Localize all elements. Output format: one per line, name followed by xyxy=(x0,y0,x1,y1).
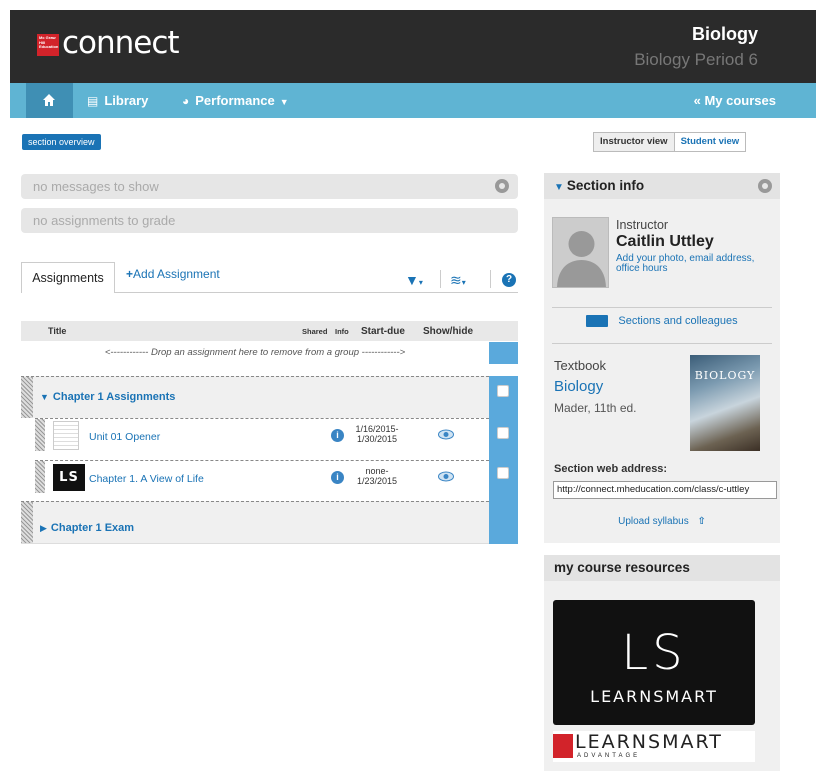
book-cover-title: BIOLOGY xyxy=(694,369,756,382)
add-assignment-link[interactable]: +Add Assignment xyxy=(126,267,220,281)
instructor-name: Caitlin Uttley xyxy=(616,233,714,250)
assignment-checkbox[interactable] xyxy=(497,427,509,439)
info-icon[interactable]: i xyxy=(331,429,344,442)
tab-assignments[interactable]: Assignments xyxy=(21,262,115,293)
web-address-label: Section web address: xyxy=(554,463,668,475)
gear-icon[interactable] xyxy=(495,179,509,193)
caret-down-icon: ▼ xyxy=(554,182,564,193)
nav-library[interactable]: ▤ Library xyxy=(87,83,148,118)
textbook-cover[interactable]: BIOLOGY xyxy=(690,355,760,451)
mcgraw-hill-logo xyxy=(553,734,573,758)
toolbar-divider xyxy=(490,270,491,288)
layers-icon[interactable]: ≋▾ xyxy=(450,272,466,289)
learnsmart-word: LEARNSMART xyxy=(590,687,718,706)
course-title: Biology xyxy=(692,24,758,44)
home-button[interactable] xyxy=(26,83,73,118)
view-toggle: Instructor view Student view xyxy=(593,132,747,152)
advantage-subtitle: ADVANTAGE xyxy=(577,753,641,759)
sections-colleagues-link[interactable]: Sections and colleagues xyxy=(544,315,780,328)
assignment-row[interactable]: Unit 01 Opener i 1/16/2015- 1/30/2015 xyxy=(35,418,489,451)
messages-text: no messages to show xyxy=(33,179,159,194)
instructor-view-button[interactable]: Instructor view xyxy=(594,133,675,151)
tab-divider xyxy=(115,292,518,293)
caret-down-icon: ▼ xyxy=(40,392,49,402)
student-view-button[interactable]: Student view xyxy=(675,133,746,151)
select-column xyxy=(489,342,518,364)
group-row[interactable]: ▼ Chapter 1 Assignments xyxy=(21,376,489,418)
group-row[interactable]: ▶ Chapter 1 Exam xyxy=(21,501,489,544)
textbook-author: Mader, 11th ed. xyxy=(554,401,637,415)
gear-icon[interactable] xyxy=(758,179,772,193)
upload-icon: ⇧ xyxy=(697,516,706,527)
drop-zone[interactable]: <------------ Drop an assignment here to… xyxy=(21,342,489,364)
divider xyxy=(552,343,772,344)
start-due: 1/16/2015- 1/30/2015 xyxy=(355,424,399,444)
column-shared: Shared xyxy=(302,327,328,336)
group-title[interactable]: ▼ Chapter 1 Assignments xyxy=(40,391,175,403)
help-icon[interactable]: ? xyxy=(502,273,516,287)
eye-icon[interactable] xyxy=(438,471,454,482)
course-section-name: Biology Period 6 xyxy=(634,50,758,69)
learnsmart-tile[interactable]: LS LEARNSMART xyxy=(553,600,755,725)
advantage-word: LEARNSMART xyxy=(575,731,723,753)
drag-handle[interactable] xyxy=(21,377,33,418)
assignment-checkbox[interactable] xyxy=(497,467,509,479)
contact-card-icon xyxy=(586,315,609,328)
select-column xyxy=(489,376,518,544)
main-nav: ▤ Library ◕ Performance ▼ « My courses xyxy=(10,83,816,118)
pie-chart-icon: ◕ xyxy=(182,94,190,108)
assignments-table-header: Title Shared Info Start-due Show/hide xyxy=(21,321,518,341)
assignment-title[interactable]: Unit 01 Opener xyxy=(89,431,160,443)
toolbar-divider xyxy=(440,270,441,288)
learnsmart-mark: LS xyxy=(621,625,687,681)
document-icon: ▤ xyxy=(87,94,99,108)
nav-performance[interactable]: ◕ Performance ▼ xyxy=(182,83,289,118)
assignment-title[interactable]: Chapter 1. A View of Life xyxy=(89,473,204,485)
group-title[interactable]: ▶ Chapter 1 Exam xyxy=(40,522,134,534)
upload-syllabus-link[interactable]: Upload syllabus ⇧ xyxy=(544,516,780,527)
instructor-label: Instructor xyxy=(616,218,669,232)
column-show-hide: Show/hide xyxy=(423,326,473,337)
mcgraw-hill-logo: Mc Graw Hill Education xyxy=(37,34,59,56)
chevron-down-icon: ▼ xyxy=(279,97,289,107)
group-checkbox[interactable] xyxy=(497,385,509,397)
textbook-title-link[interactable]: Biology xyxy=(554,378,603,395)
grade-text: no assignments to grade xyxy=(33,213,176,228)
filter-icon[interactable]: ▼▾ xyxy=(405,272,423,288)
drag-handle[interactable] xyxy=(35,419,45,451)
eye-icon[interactable] xyxy=(438,429,454,440)
web-address-field[interactable]: http://connect.mheducation.com/class/c-u… xyxy=(553,481,777,499)
grade-bar: no assignments to grade xyxy=(21,208,518,233)
column-start-due: Start-due xyxy=(361,326,405,337)
assignment-row[interactable]: LS Chapter 1. A View of Life i none- 1/2… xyxy=(35,460,489,493)
messages-bar: no messages to show xyxy=(21,174,518,199)
my-courses-link[interactable]: « My courses xyxy=(694,83,776,118)
course-resources-header: my course resources xyxy=(544,555,780,581)
home-icon xyxy=(43,94,55,106)
divider xyxy=(552,307,772,308)
course-resources-panel: my course resources LS LEARNSMART LEARNS… xyxy=(544,555,780,771)
column-info: Info xyxy=(335,327,349,336)
section-info-panel: ▼ Section info Instructor Caitlin Uttley … xyxy=(544,173,780,543)
connect-logo[interactable]: connect xyxy=(62,25,180,61)
document-thumbnail xyxy=(53,421,79,450)
app-header: Mc Graw Hill Education connect Biology B… xyxy=(10,10,816,83)
learnsmart-advantage-logo[interactable]: LEARNSMART ADVANTAGE xyxy=(553,731,755,762)
person-silhouette-icon xyxy=(557,231,606,287)
learnsmart-thumbnail: LS xyxy=(53,464,85,491)
drag-handle[interactable] xyxy=(35,461,45,493)
caret-right-icon: ▶ xyxy=(40,523,47,533)
add-photo-link[interactable]: Add your photo, email address, office ho… xyxy=(616,254,776,274)
textbook-label: Textbook xyxy=(554,358,607,373)
avatar[interactable] xyxy=(552,217,609,288)
drag-handle[interactable] xyxy=(21,502,33,543)
column-title: Title xyxy=(48,326,67,336)
section-overview-button[interactable]: section overview xyxy=(22,134,101,150)
plus-icon: + xyxy=(126,267,134,281)
info-icon[interactable]: i xyxy=(331,471,344,484)
section-info-header[interactable]: ▼ Section info xyxy=(544,173,780,199)
start-due: none- 1/23/2015 xyxy=(356,466,398,486)
